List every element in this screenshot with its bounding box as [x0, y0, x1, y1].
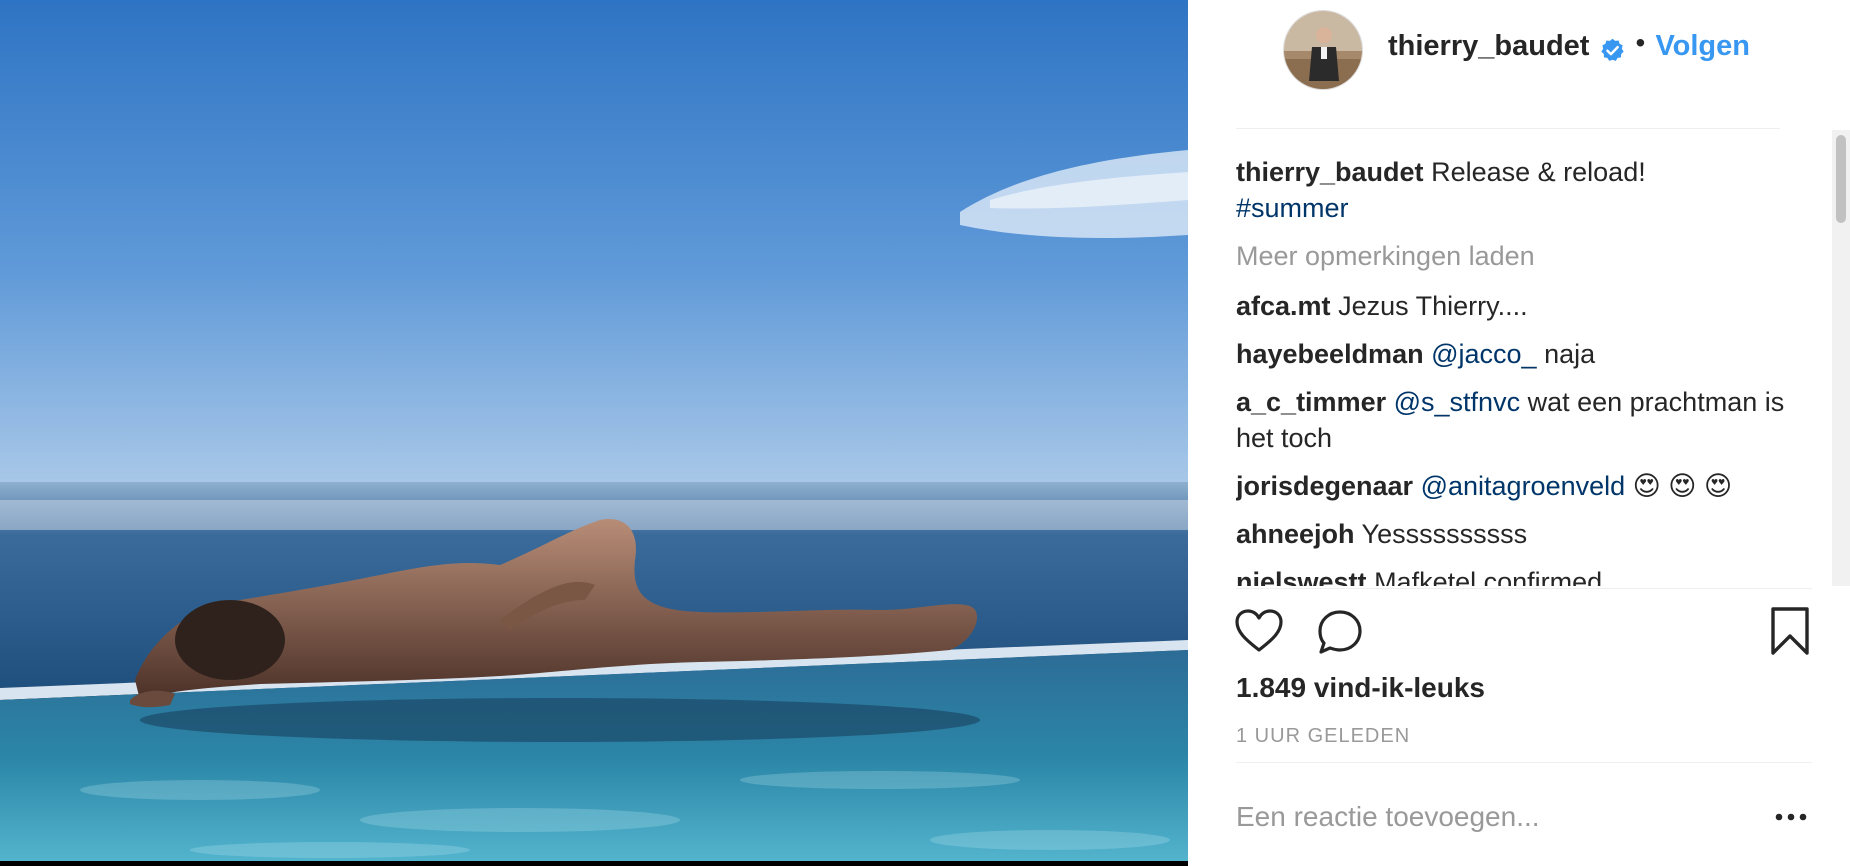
comment-bubble-icon[interactable]	[1316, 608, 1364, 656]
comment-item: ahneejoh Yessssssssss	[1236, 516, 1806, 552]
post-photo[interactable]	[0, 0, 1188, 866]
avatar-image	[1284, 11, 1362, 89]
avatar[interactable]	[1283, 10, 1363, 90]
post-header: thierry_baudet	[1236, 0, 1780, 129]
comment-text: Jezus Thierry....	[1338, 291, 1528, 321]
likes-count[interactable]: 1.849 vind-ik-leuks	[1236, 672, 1485, 704]
caption-hashtag[interactable]: #summer	[1236, 193, 1349, 223]
comment-username[interactable]: afca.mt	[1236, 291, 1331, 321]
comment-username[interactable]: nielswestt	[1236, 567, 1367, 586]
bookmark-icon[interactable]	[1770, 606, 1810, 656]
caption-text: Release & reload!	[1431, 157, 1646, 187]
pool-photo-image	[0, 0, 1188, 866]
comment-username[interactable]: jorisdegenaar	[1236, 471, 1413, 501]
more-options-icon[interactable]	[1774, 806, 1808, 828]
comments-list[interactable]: thierry_baudet Release & reload! #summer…	[1236, 130, 1806, 586]
comment-mention[interactable]: @s_stfnvc	[1394, 387, 1520, 417]
comment-text: 😍 😍 😍	[1632, 471, 1733, 501]
comment-item: hayebeeldman @jacco_ naja	[1236, 336, 1806, 372]
comment-item: jorisdegenaar @anitagroenveld 😍 😍 😍	[1236, 468, 1806, 504]
divider	[1236, 762, 1812, 763]
comment-mention[interactable]: @jacco_	[1431, 339, 1536, 369]
comment-username[interactable]: hayebeeldman	[1236, 339, 1424, 369]
comment-text: Yessssssssss	[1361, 519, 1528, 549]
caption: thierry_baudet Release & reload! #summer	[1236, 154, 1806, 226]
comment-username[interactable]: ahneejoh	[1236, 519, 1355, 549]
post-timestamp[interactable]: 1 UUR GELEDEN	[1236, 725, 1410, 748]
comment-item: afca.mt Jezus Thierry....	[1236, 288, 1806, 324]
comment-input[interactable]	[1236, 792, 1736, 842]
heart-icon[interactable]	[1234, 608, 1284, 654]
photo-bottom-edge	[0, 861, 1188, 866]
divider	[1236, 588, 1812, 589]
comment-item: nielswestt Mafketel confirmed	[1236, 564, 1806, 586]
comment-item: a_c_timmer @s_stfnvc wat een prachtman i…	[1236, 384, 1806, 456]
comment-username[interactable]: a_c_timmer	[1236, 387, 1386, 417]
comments-scrollbar-thumb[interactable]	[1836, 135, 1846, 223]
separator-dot: •	[1635, 27, 1646, 58]
verified-badge-icon	[1601, 38, 1625, 61]
comment-mention[interactable]: @anitagroenveld	[1421, 471, 1626, 501]
comment-text: naja	[1544, 339, 1596, 369]
load-more-comments-button[interactable]: Meer opmerkingen laden	[1236, 238, 1806, 274]
post-author-username[interactable]: thierry_baudet	[1388, 30, 1589, 63]
comment-text: Mafketel confirmed	[1374, 567, 1603, 586]
caption-username[interactable]: thierry_baudet	[1236, 157, 1424, 187]
follow-button[interactable]: Volgen	[1655, 30, 1750, 63]
